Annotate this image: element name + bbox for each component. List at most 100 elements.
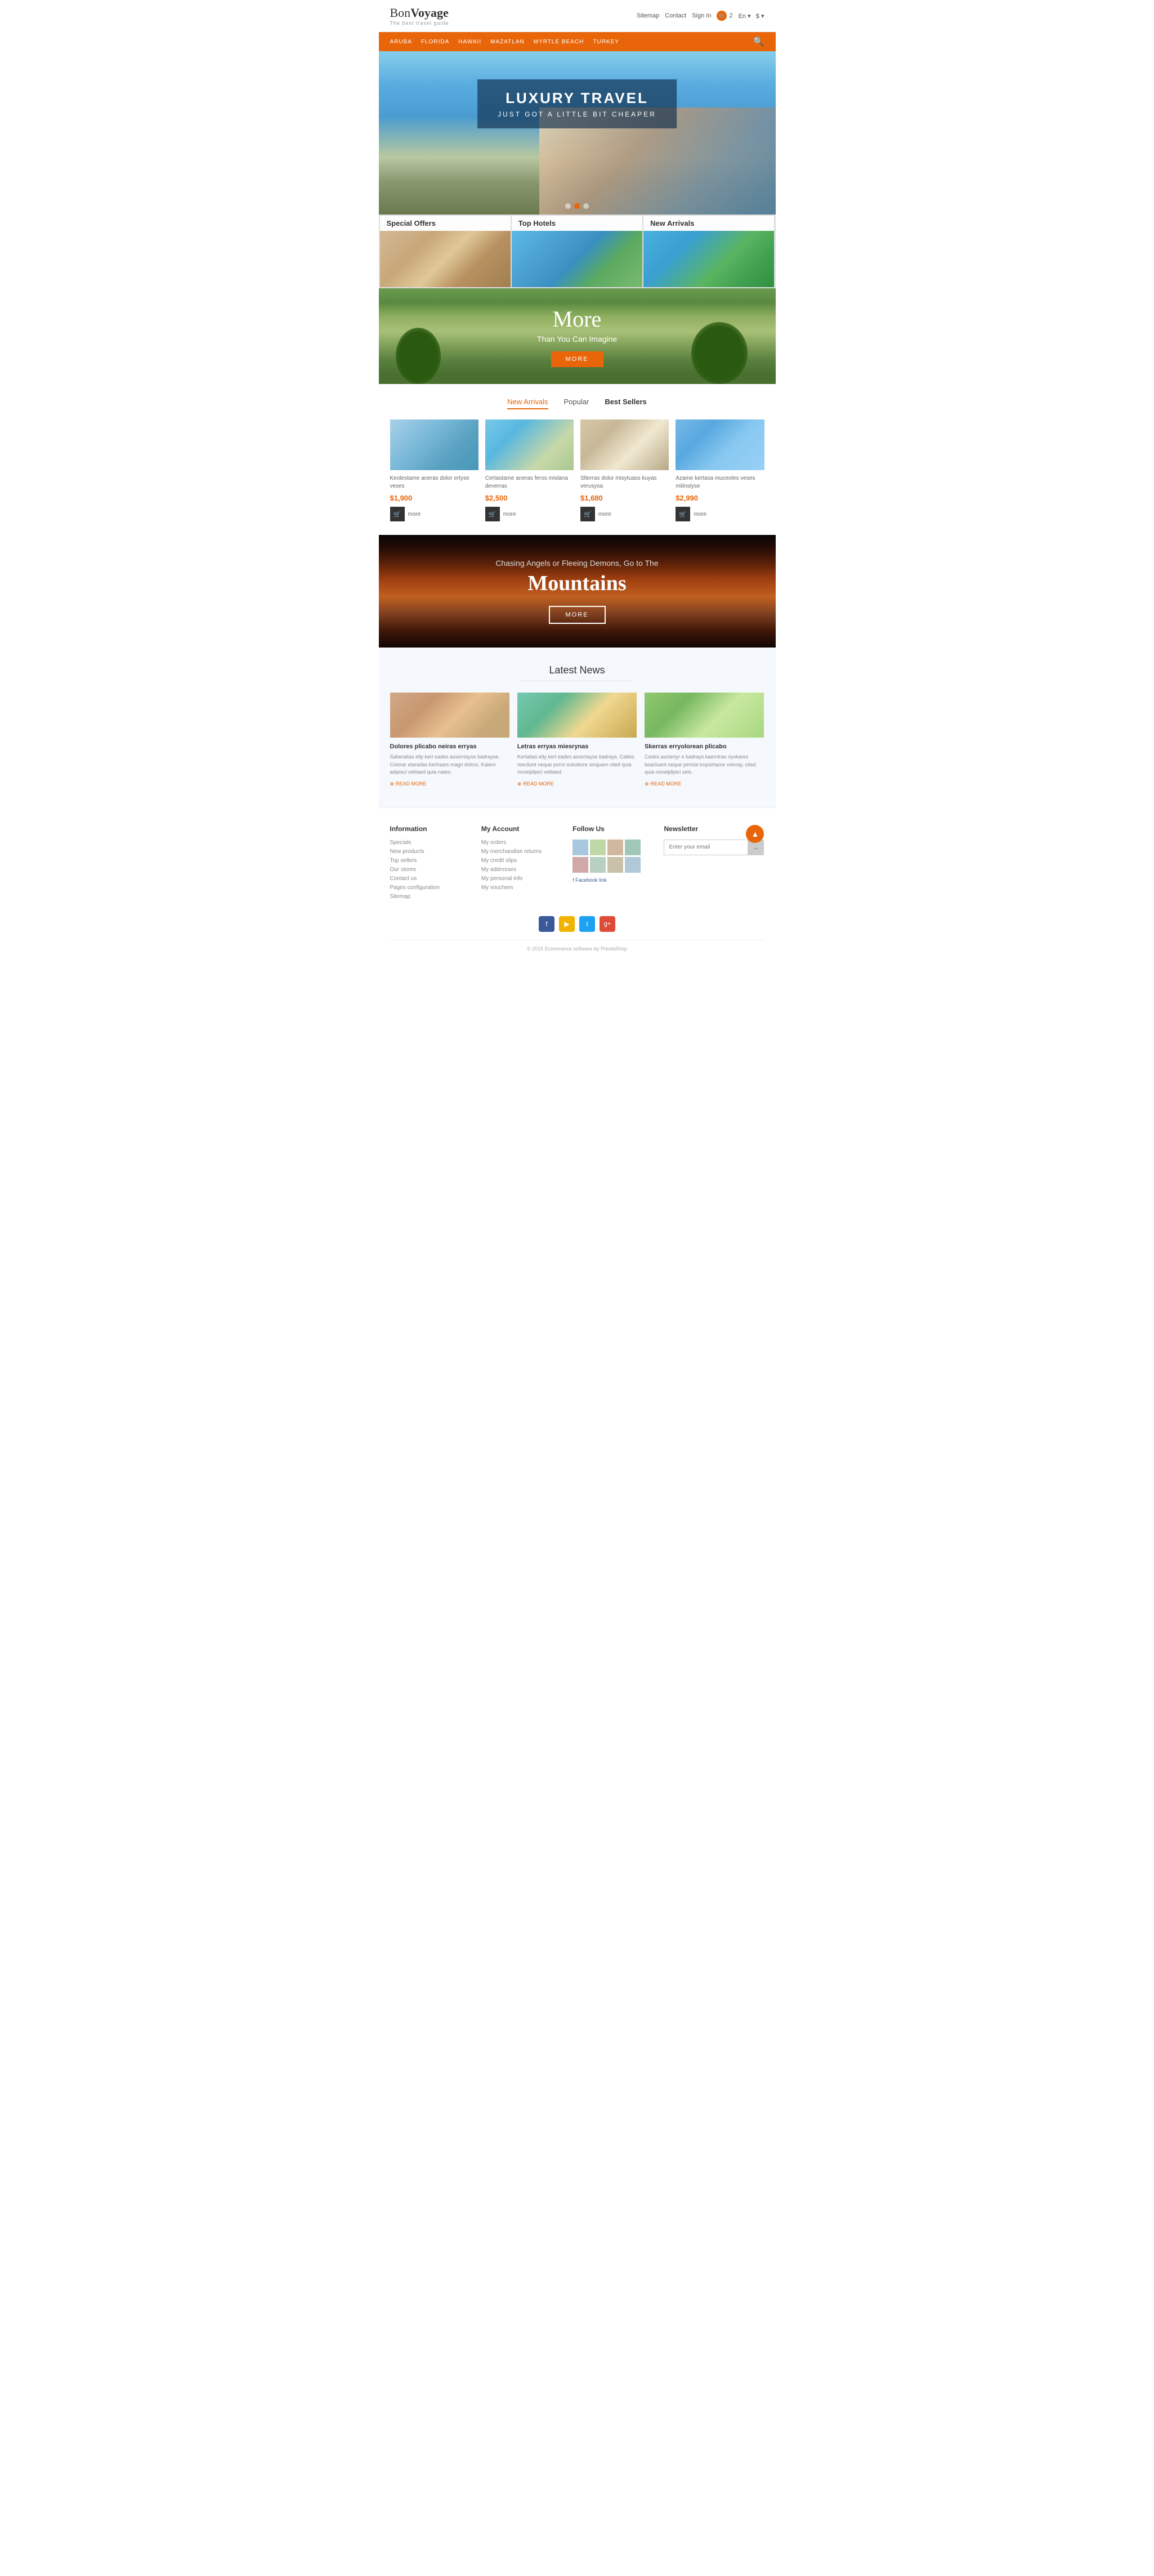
social-youtube-btn[interactable]: ▶ — [559, 916, 575, 932]
tab-popular[interactable]: Popular — [564, 398, 589, 409]
follow-img-4[interactable] — [625, 840, 641, 855]
footer-link-credit-slips[interactable]: My credit slips — [481, 858, 563, 864]
footer-link-top-sellers[interactable]: Top sellers — [390, 858, 472, 864]
product-price-1: $1,900 — [390, 494, 478, 502]
add-to-cart-btn-1[interactable]: 🛒 — [390, 507, 405, 521]
add-to-cart-btn-2[interactable]: 🛒 — [485, 507, 500, 521]
news-img-1 — [390, 693, 509, 738]
read-more-2[interactable]: ⊕ READ MORE — [517, 781, 637, 787]
product-desc-3: Slterras dolor misytuass kuyas verusysa — [580, 475, 669, 490]
follow-img-7[interactable] — [607, 857, 623, 873]
add-to-cart-btn-4[interactable]: 🛒 — [676, 507, 690, 521]
new-arrivals-card[interactable]: New Arrivals — [643, 216, 774, 287]
sitemap-link[interactable]: Sitemap — [637, 12, 659, 19]
news-title-1: Dolores plicabo neiras erryas — [390, 743, 509, 750]
footer-link-new-products[interactable]: New products — [390, 849, 472, 855]
product-actions-2: 🛒 more — [485, 507, 574, 521]
follow-img-5[interactable] — [572, 857, 588, 873]
more-link-3[interactable]: more — [598, 511, 611, 517]
product-desc-1: Keolestame aneras dolor ertyse veses — [390, 475, 478, 490]
product-card-3: Slterras dolor misytuass kuyas verusysa … — [580, 419, 669, 521]
logo[interactable]: BonVoyage — [390, 6, 449, 20]
read-more-3[interactable]: ⊕ READ MORE — [645, 781, 764, 787]
newsletter-input[interactable] — [664, 841, 748, 854]
follow-img-6[interactable] — [590, 857, 606, 873]
more-banner: More Than You Can Imagine MORE — [379, 288, 776, 384]
more-link-1[interactable]: more — [408, 511, 421, 517]
footer-information-title: Information — [390, 825, 472, 833]
social-facebook-btn[interactable]: f — [539, 916, 554, 932]
tab-best-sellers[interactable]: Best Sellers — [605, 398, 646, 409]
add-to-cart-btn-3[interactable]: 🛒 — [580, 507, 595, 521]
news-card-3: Skerras erryolorean plicabo Cedes ascter… — [645, 693, 764, 787]
news-text-2: Kertaitas etly kert eades assertayse bad… — [517, 753, 637, 776]
cart-icon: 🛒 — [717, 11, 727, 21]
mountains-more-button[interactable]: MORE — [549, 606, 606, 624]
follow-facebook-link[interactable]: f Facebook link — [572, 877, 655, 883]
search-icon[interactable]: 🔍 — [753, 36, 764, 47]
footer-information-col: Information Specials New products Top se… — [390, 825, 472, 903]
newsletter-input-wrap: → — [664, 840, 764, 855]
contact-link[interactable]: Contact — [665, 12, 686, 19]
footer-link-contact-us[interactable]: Contact us — [390, 876, 472, 882]
news-grid: Dolores plicabo neiras erryas Saberaitas… — [390, 693, 764, 787]
logo-area: BonVoyage The best travel guide — [390, 6, 449, 26]
footer-link-specials[interactable]: Specials — [390, 840, 472, 846]
follow-img-3[interactable] — [607, 840, 623, 855]
hero-title: LUXURY TRAVEL — [498, 90, 656, 107]
footer-myaccount-col: My Account My orders My merchandise retu… — [481, 825, 563, 903]
cart-count: 2 — [729, 12, 732, 19]
logo-tagline: The best travel guide — [390, 20, 449, 26]
product-img-1 — [390, 419, 478, 470]
footer: Information Specials New products Top se… — [379, 807, 776, 957]
nav-item-hawaii[interactable]: HAWAII — [458, 39, 481, 45]
nav-item-aruba[interactable]: ARUBA — [390, 39, 412, 45]
footer-link-sitemap[interactable]: Sitemap — [390, 894, 472, 900]
footer-link-addresses[interactable]: My addresses — [481, 867, 563, 873]
footer-link-our-stores[interactable]: Our stores — [390, 867, 472, 873]
product-price-2: $2,500 — [485, 494, 574, 502]
footer-link-vouchers[interactable]: My vouchers — [481, 885, 563, 891]
product-desc-2: Certastame aneras feros mislana deverras — [485, 475, 574, 490]
footer-social-row: f ▶ t g+ — [390, 916, 764, 932]
banner-tree-right — [691, 322, 748, 384]
footer-link-orders[interactable]: My orders — [481, 840, 563, 846]
nav-item-mazatlan[interactable]: MAZATLAN — [490, 39, 525, 45]
header: BonVoyage The best travel guide Sitemap … — [379, 0, 776, 32]
product-card-2: Certastame aneras feros mislana deverras… — [485, 419, 574, 521]
follow-img-8[interactable] — [625, 857, 641, 873]
follow-img-2[interactable] — [590, 840, 606, 855]
mountains-banner: Chasing Angels or Fleeing Demons, Go to … — [379, 535, 776, 648]
hero-dots — [565, 203, 589, 209]
more-link-4[interactable]: more — [694, 511, 706, 517]
cart[interactable]: 🛒 2 — [717, 11, 732, 21]
social-twitter-btn[interactable]: t — [579, 916, 595, 932]
top-hotels-card[interactable]: Top Hotels — [512, 216, 642, 287]
more-banner-button[interactable]: MORE — [551, 351, 603, 367]
footer-link-personal-info[interactable]: My personal info — [481, 876, 563, 882]
follow-img-1[interactable] — [572, 840, 588, 855]
footer-followus-col: Follow Us f Facebook link — [572, 825, 655, 903]
news-text-1: Saberaitas etly kert eades asserrtayse b… — [390, 753, 509, 776]
read-more-1[interactable]: ⊕ READ MORE — [390, 781, 509, 787]
lang-selector[interactable]: En ▾ $ ▾ — [739, 12, 764, 20]
more-link-2[interactable]: more — [503, 511, 516, 517]
product-actions-3: 🛒 more — [580, 507, 669, 521]
feature-cards: Special Offers Top Hotels New Arrivals — [379, 215, 776, 288]
footer-link-merch-returns[interactable]: My merchandise returns — [481, 849, 563, 855]
special-offers-card[interactable]: Special Offers — [380, 216, 511, 287]
hero-dot-3[interactable] — [583, 203, 589, 209]
footer-link-pages-config[interactable]: Pages configuration — [390, 885, 472, 891]
hero-dot-1[interactable] — [565, 203, 571, 209]
social-googleplus-btn[interactable]: g+ — [600, 916, 615, 932]
nav-item-florida[interactable]: FLORIDA — [421, 39, 449, 45]
news-title-3: Skerras erryolorean plicabo — [645, 743, 764, 750]
hero-dot-2[interactable] — [574, 203, 580, 209]
scroll-to-top-btn[interactable]: ▲ — [746, 825, 764, 843]
tab-new-arrivals[interactable]: New Arrivals — [507, 398, 548, 409]
special-offers-label: Special Offers — [380, 216, 511, 231]
footer-followus-title: Follow Us — [572, 825, 655, 833]
nav-item-myrtle-beach[interactable]: MYRTLE BEACH — [534, 39, 584, 45]
signin-link[interactable]: Sign In — [692, 12, 711, 19]
nav-item-turkey[interactable]: TURKEY — [593, 39, 619, 45]
